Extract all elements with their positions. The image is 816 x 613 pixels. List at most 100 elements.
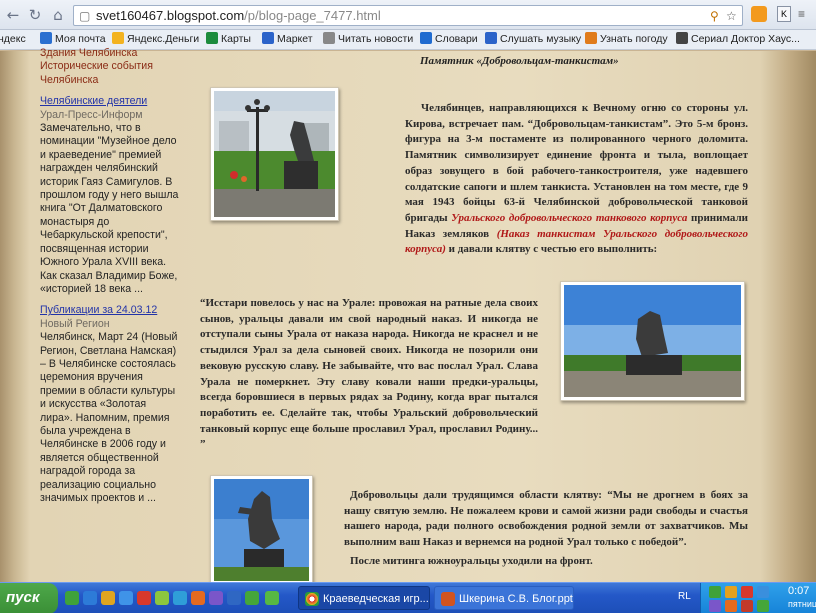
quicklaunch-icon[interactable] — [245, 591, 259, 605]
url-input[interactable]: ▢ svet160467.blogspot.com/p/blog-page_74… — [73, 5, 743, 26]
market-icon — [262, 32, 274, 44]
taskbar: пуск Краеведческая игр... Шкерина С.В. Б… — [0, 582, 816, 613]
tray-icon[interactable] — [725, 586, 737, 598]
bookmark-maps[interactable]: Карты — [206, 32, 251, 47]
clock[interactable]: 0:07 пятниц — [788, 585, 816, 611]
bookmark-icon[interactable] — [751, 6, 767, 22]
link-ural-corps[interactable]: Уральского добровольческого танкового ко… — [451, 212, 687, 224]
film-icon — [676, 32, 688, 44]
bookmark-news[interactable]: Читать новости — [323, 32, 413, 47]
sidebar-post: Публикации за 24.03.12 Новый Регион Челя… — [40, 304, 180, 505]
task-browser[interactable]: Краеведческая игр... — [298, 586, 430, 610]
text-span: , встречает пам. “Добровольцам-танкистам… — [405, 117, 748, 224]
bookmark-yandex[interactable]: ндекс — [0, 32, 26, 47]
url-text: svet160467.blogspot.com/p/blog-page_7477… — [96, 8, 381, 23]
photo-image — [214, 91, 335, 217]
start-label: пуск — [6, 589, 40, 606]
star-icon[interactable]: ☆ — [726, 9, 737, 23]
url-path: /p/blog-page_7477.html — [244, 8, 381, 23]
bookmark-weather[interactable]: Узнать погоду — [585, 32, 668, 47]
post-source: Новый Регион — [40, 317, 110, 330]
sidebar-link-events[interactable]: Исторические события Челябинска — [40, 60, 180, 87]
tray-icon[interactable] — [757, 600, 769, 612]
clock-day: пятниц — [788, 599, 816, 609]
tray-icon[interactable] — [709, 600, 721, 612]
quicklaunch-icon[interactable] — [101, 591, 115, 605]
quicklaunch-icon[interactable] — [265, 591, 279, 605]
bookmark-market[interactable]: Маркет — [262, 32, 313, 47]
bookmark-label: Читать новости — [338, 33, 414, 45]
tray-icon[interactable] — [741, 600, 753, 612]
bookmark-dictionary[interactable]: Словари — [420, 32, 478, 47]
bookmark-series[interactable]: Сериал Доктор Хаус... — [676, 32, 800, 47]
bookmark-label: Яндекс.Деньги — [127, 33, 200, 45]
article: Памятник «Добровольцам-танкистам» Челяби… — [190, 51, 760, 585]
music-icon — [485, 32, 497, 44]
monument-photo-3[interactable] — [210, 475, 313, 585]
language-indicator[interactable]: RL — [678, 591, 691, 602]
start-button[interactable]: пуск — [0, 583, 58, 613]
bookmark-label: Маркет — [277, 33, 313, 45]
quicklaunch-icon[interactable] — [155, 591, 169, 605]
post-title-link[interactable]: Челябинские деятели — [40, 95, 180, 108]
quicklaunch-icon[interactable] — [83, 591, 97, 605]
url-host: svet160467.blogspot.com — [96, 8, 245, 23]
article-paragraph-3: Добровольцы дали трудящимся области клят… — [344, 489, 748, 549]
photo-image — [214, 479, 309, 581]
quicklaunch-icon[interactable] — [137, 591, 151, 605]
post-text: Челябинск, Март 24 (Новый Регион, Светла… — [40, 331, 178, 504]
home-icon[interactable]: ⌂ — [48, 5, 68, 25]
task-powerpoint[interactable]: Шкерина С.В. Блог.ppt — [434, 586, 574, 610]
mail-icon — [40, 32, 52, 44]
quicklaunch-icon[interactable] — [227, 591, 241, 605]
task-label: Краеведческая игр... — [323, 593, 429, 605]
quicklaunch-icon[interactable] — [119, 591, 133, 605]
clock-time: 0:07 — [788, 585, 810, 597]
post-source: Урал-Пресс-Информ — [40, 108, 143, 121]
bookmark-label: Моя почта — [55, 33, 106, 45]
news-icon — [323, 32, 335, 44]
bookmark-label: Словари — [435, 33, 478, 45]
quicklaunch-icon[interactable] — [173, 591, 187, 605]
quicklaunch-icon[interactable] — [191, 591, 205, 605]
dictionary-icon — [420, 32, 432, 44]
tray-icon[interactable] — [741, 586, 753, 598]
quicklaunch-icon[interactable] — [65, 591, 79, 605]
back-icon[interactable]: ← — [3, 5, 23, 25]
quote-paragraph: “Исстари повелось у нас на Урале: провож… — [200, 297, 538, 451]
sidebar: Здания Челябинска Исторические события Ч… — [40, 47, 180, 505]
task-label: Шкерина С.В. Блог.ppt — [459, 593, 573, 605]
tray-icon[interactable] — [725, 600, 737, 612]
street-name: Кирова — [405, 117, 443, 130]
bookmark-mail[interactable]: Моя почта — [40, 32, 106, 47]
bookmark-music[interactable]: Слушать музыку — [485, 32, 581, 47]
tray-icon[interactable] — [757, 586, 769, 598]
bookmark-label: Слушать музыку — [500, 33, 582, 45]
sidebar-link-buildings[interactable]: Здания Челябинска — [40, 47, 180, 60]
bookmark-money[interactable]: Яндекс.Деньги — [112, 32, 199, 47]
monument-photo-2[interactable] — [560, 281, 745, 401]
sidebar-post: Челябинские деятели Урал-Пресс-Информ За… — [40, 95, 180, 296]
post-title-link[interactable]: Публикации за 24.03.12 — [40, 304, 180, 317]
tray-icon[interactable] — [709, 586, 721, 598]
search-icon[interactable]: ⚲ — [710, 9, 719, 23]
money-icon — [112, 32, 124, 44]
page-menu-icon[interactable]: K — [777, 6, 791, 22]
bookmark-label: Узнать погоду — [600, 33, 668, 45]
bookmark-label: ндекс — [0, 33, 26, 45]
quicklaunch-icon[interactable] — [209, 591, 223, 605]
text-span: и давали клятву с честью его выполнить: — [445, 243, 658, 256]
reload-icon[interactable]: ↻ — [25, 5, 45, 25]
weather-icon — [585, 32, 597, 44]
powerpoint-icon — [441, 592, 455, 606]
bookmark-label: Карты — [221, 33, 251, 45]
menu-icon[interactable]: ≡ — [798, 7, 812, 21]
article-heading: Памятник «Добровольцам-танкистам» — [420, 55, 619, 67]
monument-photo-1[interactable] — [210, 87, 339, 221]
chrome-icon — [305, 592, 319, 606]
address-toolbar: ← ↻ ⌂ ▢ svet160467.blogspot.com/p/blog-p… — [0, 0, 816, 30]
article-paragraph-4: После митинга южноуральцы уходили на фро… — [350, 555, 593, 567]
post-text: Замечательно, что в номинации "Музейное … — [40, 122, 179, 295]
bookmark-label: Сериал Доктор Хаус... — [691, 33, 800, 45]
photo-image — [564, 285, 741, 397]
